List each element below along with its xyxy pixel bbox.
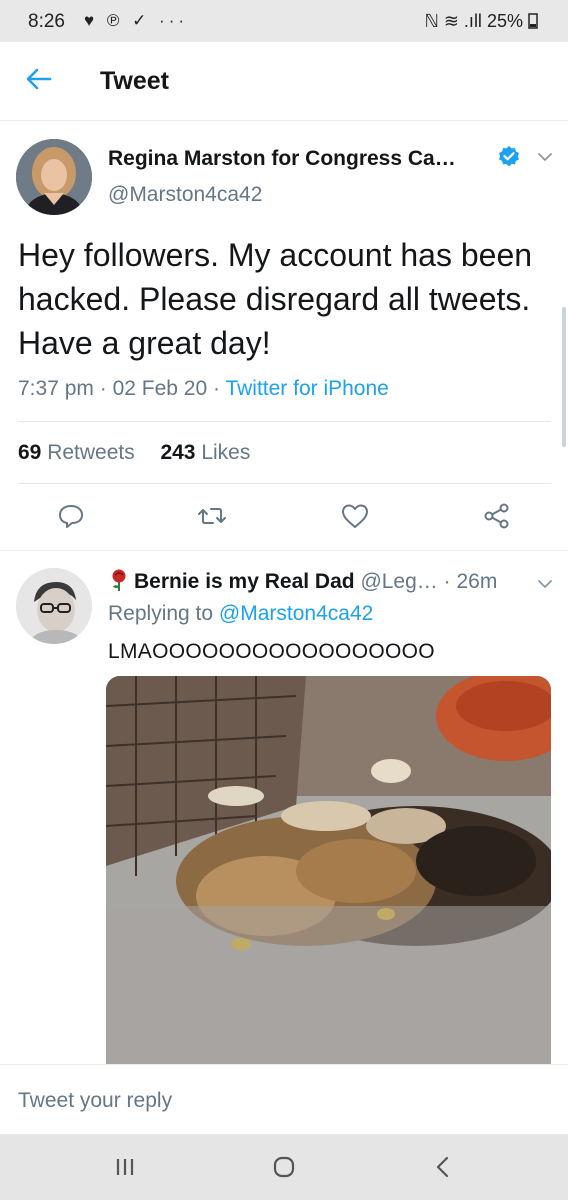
reply-icon[interactable] (56, 501, 86, 531)
reply-age: 26m (456, 570, 498, 593)
likes-count: 243 (160, 441, 196, 464)
reply-input[interactable]: Tweet your reply (18, 1089, 172, 1113)
chevron-down-icon[interactable] (537, 151, 553, 163)
author-handle[interactable]: @Marston4ca42 (108, 183, 262, 207)
battery-icon (528, 13, 538, 29)
likes-label: Likes (201, 441, 251, 464)
share-icon[interactable] (482, 501, 512, 531)
reply-text: LMAOOOOOOOOOOOOOOOOO (108, 640, 435, 663)
status-indicators: ℕ ≋ .ıll 25% (424, 11, 538, 32)
likes-stat[interactable]: 243 Likes (160, 441, 250, 464)
back-arrow-icon[interactable] (24, 64, 54, 94)
tweet-source[interactable]: Twitter for iPhone (225, 377, 388, 400)
reply-display-name[interactable]: Bernie is my Real Dad (134, 570, 355, 593)
tweet-text: Hey followers. My account has been hacke… (18, 237, 533, 361)
retweet-icon[interactable] (197, 501, 227, 531)
rose-icon (112, 569, 126, 591)
media-image (106, 676, 551, 1064)
replying-to-mention[interactable]: @Marston4ca42 (219, 602, 373, 625)
signal-icons: ℕ ≋ .ıll (424, 11, 482, 31)
app-header: Tweet (0, 42, 568, 121)
tweet-date: 02 Feb 20 (112, 377, 208, 400)
avatar-image (16, 139, 92, 215)
avatar[interactable] (16, 139, 92, 215)
back-nav-icon[interactable] (430, 1154, 456, 1180)
tweet-stats: 69 Retweets 243 Likes (18, 441, 250, 465)
home-icon[interactable] (271, 1154, 297, 1180)
retweets-count: 69 (18, 441, 42, 464)
divider (18, 421, 551, 422)
page-title: Tweet (100, 67, 169, 95)
reply-composer[interactable]: Tweet your reply (0, 1064, 568, 1135)
tweet-meta: 7:37 pm · 02 Feb 20 · Twitter for iPhone (18, 377, 389, 400)
tweet-time: 7:37 pm (18, 377, 94, 400)
retweets-label: Retweets (47, 441, 135, 464)
avatar-image (16, 568, 92, 644)
divider (0, 550, 568, 551)
reply-header: Bernie is my Real Dad @Leg… · 26m (108, 568, 497, 594)
reply-handle[interactable]: @Leg… (360, 570, 437, 593)
chevron-down-icon[interactable] (537, 578, 553, 590)
verified-badge-icon (499, 146, 519, 167)
retweets-stat[interactable]: 69 Retweets (18, 441, 135, 464)
author-display-name[interactable]: Regina Marston for Congress Ca… (108, 147, 456, 171)
tweet-actions (0, 501, 568, 551)
battery-level: 25% (486, 11, 523, 31)
like-icon[interactable] (340, 501, 370, 531)
replying-to: Replying to @Marston4ca42 (108, 602, 373, 626)
avatar[interactable] (16, 568, 92, 644)
recents-icon[interactable] (112, 1154, 138, 1180)
status-time: 8:26 (28, 11, 65, 32)
system-nav-bar (0, 1134, 568, 1200)
media-video-thumbnail[interactable] (106, 676, 551, 1064)
notification-icons: ♥ ℗ ✓ ··· (84, 11, 189, 30)
scrollbar[interactable] (562, 307, 566, 447)
status-bar: 8:26 ♥ ℗ ✓ ··· ℕ ≋ .ıll 25% (0, 0, 568, 42)
replying-to-label: Replying to (108, 602, 214, 625)
divider (18, 483, 551, 484)
